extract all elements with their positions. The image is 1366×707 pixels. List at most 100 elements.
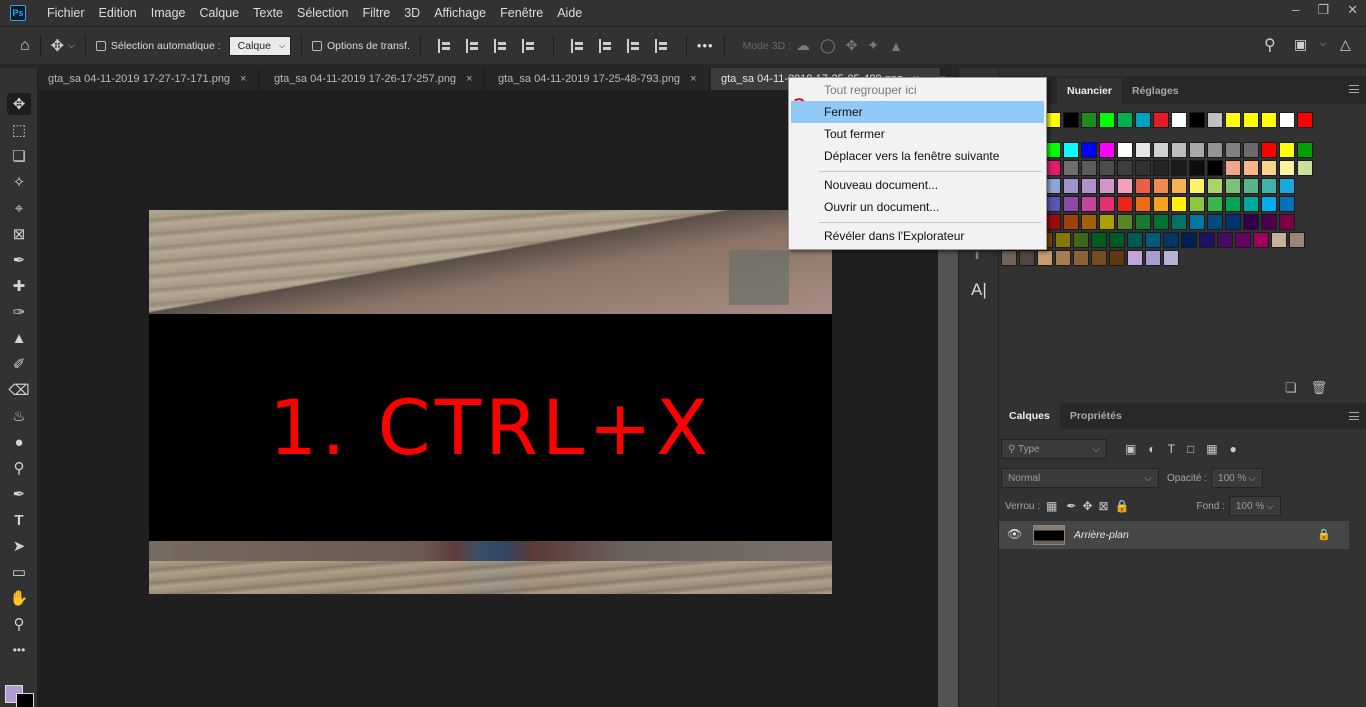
color-swatch[interactable] — [1243, 178, 1259, 194]
layer-filter-dropdown[interactable]: ⚲ Type ⌵ — [1001, 439, 1107, 459]
color-swatch[interactable] — [1081, 214, 1097, 230]
blend-mode-dropdown[interactable]: Normal ⌵ — [1001, 468, 1159, 488]
document-tab[interactable]: gta_sa 04-11-2019 17-26-17-257.png × — [264, 68, 485, 90]
align-bottom-icon[interactable] — [626, 38, 641, 53]
color-swatch[interactable] — [1271, 232, 1287, 248]
color-swatch[interactable] — [1135, 214, 1151, 230]
tab-reglages[interactable]: Réglages — [1122, 78, 1189, 104]
color-swatch[interactable] — [1225, 214, 1241, 230]
menu-item-open-document[interactable]: Ouvrir un document... — [791, 196, 1044, 218]
history-brush-tool-icon[interactable]: ✐ — [7, 353, 31, 375]
color-swatch[interactable] — [1153, 196, 1169, 212]
color-swatch[interactable] — [1117, 142, 1133, 158]
lock-transparent-icon[interactable]: ▦ — [1046, 499, 1057, 513]
color-swatch[interactable] — [1181, 232, 1197, 248]
visibility-eye-icon[interactable]: 👁 — [1007, 527, 1022, 541]
color-swatch[interactable] — [1171, 160, 1187, 176]
color-swatch[interactable] — [1207, 196, 1223, 212]
edit-toolbar-icon[interactable]: ••• — [7, 639, 31, 661]
color-swatch[interactable] — [1279, 112, 1295, 128]
color-swatch[interactable] — [1045, 142, 1061, 158]
color-swatch[interactable] — [1073, 250, 1089, 266]
color-swatch[interactable] — [1117, 178, 1133, 194]
document-canvas[interactable]: 1. CTRL+X — [149, 210, 832, 594]
color-swatch[interactable] — [1261, 112, 1277, 128]
color-swatch[interactable] — [1135, 178, 1151, 194]
color-swatch[interactable] — [1153, 178, 1169, 194]
dodge-tool-icon[interactable]: ⚲ — [7, 457, 31, 479]
color-swatch[interactable] — [1135, 196, 1151, 212]
fill-input[interactable]: 100 % ⌵ — [1228, 496, 1281, 516]
menu-affichage[interactable]: Affichage — [427, 6, 493, 20]
color-swatch[interactable] — [1261, 196, 1277, 212]
color-swatch[interactable] — [1081, 178, 1097, 194]
filter-toggle-icon[interactable]: ● — [1230, 442, 1237, 456]
menu-item-close[interactable]: Fermer — [791, 101, 1044, 123]
document-tab[interactable]: gta_sa 04-11-2019 17-25-48-793.png × — [488, 68, 710, 90]
color-swatch[interactable] — [1261, 178, 1277, 194]
more-options-icon[interactable]: ••• — [697, 38, 714, 53]
color-swatch[interactable] — [1261, 142, 1277, 158]
color-swatch[interactable] — [1063, 142, 1079, 158]
healing-brush-tool-icon[interactable]: ✚ — [7, 275, 31, 297]
color-swatch[interactable] — [1279, 160, 1295, 176]
layer-row[interactable]: 👁 Arrière-plan 🔒 — [999, 521, 1349, 549]
pan-3d-icon[interactable]: ✥ — [846, 37, 858, 54]
color-swatch[interactable] — [1099, 214, 1115, 230]
color-swatch[interactable] — [1279, 196, 1295, 212]
color-swatch[interactable] — [1243, 142, 1259, 158]
distribute-icon[interactable] — [521, 38, 536, 53]
color-swatch[interactable] — [1171, 214, 1187, 230]
align-middle-icon[interactable] — [598, 38, 613, 53]
trash-icon[interactable]: 🗑 — [1311, 380, 1328, 396]
menu-image[interactable]: Image — [144, 6, 193, 20]
color-swatch[interactable] — [1163, 232, 1179, 248]
color-swatch[interactable] — [1045, 178, 1061, 194]
color-swatch[interactable] — [1019, 250, 1035, 266]
color-swatch[interactable] — [1117, 112, 1133, 128]
color-swatch[interactable] — [1109, 232, 1125, 248]
lock-artboard-icon[interactable]: ⊠ — [1099, 499, 1109, 513]
color-swatch[interactable] — [1073, 232, 1089, 248]
tab-calques[interactable]: Calques — [999, 403, 1060, 429]
color-swatch[interactable] — [1261, 160, 1277, 176]
tab-proprietes[interactable]: Propriétés — [1060, 403, 1132, 429]
menu-selection[interactable]: Sélection — [290, 6, 355, 20]
color-swatch[interactable] — [1189, 142, 1205, 158]
color-swatch[interactable] — [1045, 160, 1061, 176]
align-top-icon[interactable] — [570, 38, 585, 53]
color-swatch[interactable] — [1189, 112, 1205, 128]
eraser-tool-icon[interactable]: ⌫ — [7, 379, 31, 401]
menu-item-close-all[interactable]: Tout fermer — [791, 123, 1044, 145]
clone-stamp-tool-icon[interactable]: ▲ — [7, 327, 31, 349]
color-swatch[interactable] — [1207, 112, 1223, 128]
color-swatch[interactable] — [1081, 142, 1097, 158]
menu-item-new-document[interactable]: Nouveau document... — [791, 174, 1044, 196]
color-swatch[interactable] — [1225, 112, 1241, 128]
color-swatch[interactable] — [1289, 232, 1305, 248]
color-swatch[interactable] — [1063, 160, 1079, 176]
color-swatch[interactable] — [1045, 196, 1061, 212]
close-tab-icon[interactable]: × — [240, 73, 246, 85]
color-swatch[interactable] — [1225, 160, 1241, 176]
blur-tool-icon[interactable]: ● — [7, 431, 31, 453]
color-swatch[interactable] — [1225, 142, 1241, 158]
layer-lock-icon[interactable]: 🔒 — [1317, 528, 1331, 541]
auto-select-checkbox[interactable] — [95, 40, 106, 51]
brush-tool-icon[interactable]: ✑ — [7, 301, 31, 323]
color-swatch[interactable] — [1171, 196, 1187, 212]
color-swatch[interactable] — [1001, 250, 1017, 266]
color-swatch[interactable] — [1243, 160, 1259, 176]
filter-shape-icon[interactable]: □ — [1187, 442, 1194, 456]
auto-select-dropdown[interactable]: Calque ⌵ — [228, 35, 292, 56]
color-swatch[interactable] — [1063, 196, 1079, 212]
filter-adjustment-icon[interactable]: ◐ — [1148, 442, 1155, 456]
color-swatch[interactable] — [1099, 112, 1115, 128]
color-swatch[interactable] — [1045, 214, 1061, 230]
crop-tool-icon[interactable]: ⌖ — [7, 197, 31, 219]
color-swatch[interactable] — [1127, 250, 1143, 266]
frame-tool-icon[interactable]: ⊠ — [7, 223, 31, 245]
panel-menu-icon[interactable] — [1349, 85, 1359, 93]
menu-item-regroup[interactable]: Tout regrouper ici — [791, 79, 1044, 101]
color-swatch[interactable] — [1189, 178, 1205, 194]
